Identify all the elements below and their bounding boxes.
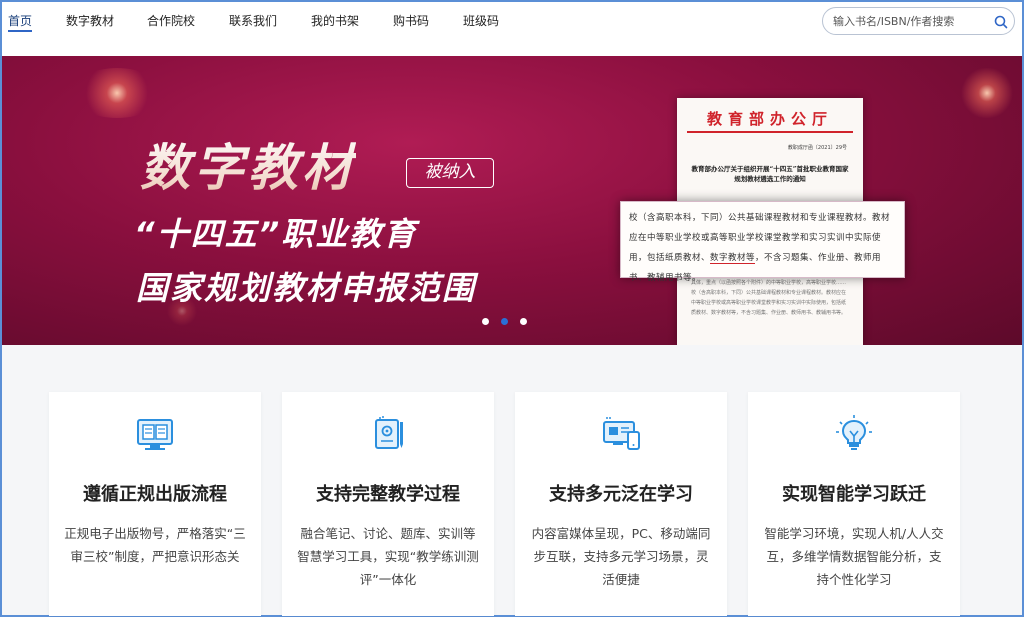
nav-partner-schools[interactable]: 合作院校 bbox=[147, 12, 195, 32]
feature-description: 融合笔记、讨论、题库、实训等智慧学习工具，实现“教学练训测评”一体化 bbox=[297, 526, 479, 587]
feature-title: 支持多元泛在学习 bbox=[549, 484, 693, 505]
banner-subheadline: 国家规划教材申报范围 bbox=[136, 269, 477, 307]
feature-title: 实现智能学习跃迁 bbox=[782, 484, 926, 505]
feature-description: 正规电子出版物号，严格落实“三审三校”制度，严把意识形态关 bbox=[64, 526, 246, 564]
document-number: 教职成厅函〔2021〕29号 bbox=[787, 145, 847, 151]
document-excerpt: 校（含高职本科，下同）公共基础课程教材和专业课程教材。教材应在中等职业学校或高等… bbox=[620, 201, 905, 283]
carousel-dot-active[interactable] bbox=[501, 318, 508, 325]
light-flare bbox=[952, 68, 1022, 118]
feature-description: 智能学习环境，实现人机/人人交互，多维学情数据智能分析，支持个性化学习 bbox=[764, 526, 944, 587]
document-divider bbox=[687, 131, 853, 133]
feature-card: 实现智能学习跃迁 智能学习环境，实现人机/人人交互，多维学情数据智能分析，支持个… bbox=[748, 392, 960, 616]
search-input[interactable] bbox=[833, 12, 983, 30]
nav-class-code[interactable]: 班级码 bbox=[463, 12, 499, 32]
feature-card: 遵循正规出版流程 正规电子出版物号，严格落实“三审三校”制度，严把意识形态关 bbox=[49, 392, 261, 616]
nav-home[interactable]: 首页 bbox=[8, 12, 33, 32]
nav-my-bookshelf[interactable]: 我的书架 bbox=[311, 12, 359, 32]
hero-banner[interactable]: 数字教材 被纳入 “十四五”职业教育 国家规划教材申报范围 教育部办公厅 教职成… bbox=[2, 56, 1022, 345]
multi-device-icon bbox=[603, 417, 640, 450]
carousel-dot[interactable] bbox=[520, 318, 527, 325]
banner-title: 数字教材 bbox=[140, 128, 356, 200]
feature-title: 遵循正规出版流程 bbox=[83, 484, 227, 505]
carousel-dot[interactable] bbox=[482, 318, 489, 325]
search-icon[interactable] bbox=[993, 14, 1009, 30]
feature-description: 内容富媒体呈现，PC、移动端同步互联，支持多元学习场景，灵活便捷 bbox=[531, 526, 711, 587]
book-screen-icon bbox=[137, 419, 173, 450]
nav-book-code[interactable]: 购书码 bbox=[393, 12, 429, 32]
search-box bbox=[822, 7, 1015, 35]
top-nav: 首页 数字教材 合作院校 联系我们 我的书架 购书码 班级码 bbox=[2, 2, 1022, 56]
banner-tag: 被纳入 bbox=[406, 158, 494, 188]
feature-card: 支持完整教学过程 融合笔记、讨论、题库、实训等智慧学习工具，实现“教学练训测评”… bbox=[282, 392, 494, 616]
lightbulb-icon bbox=[836, 415, 872, 450]
excerpt-highlight: 数字教材等 bbox=[710, 253, 756, 264]
document-body: 具体，重点（以函按照各个附件）的中等职业学校，高等职业学校……校（含高职本科，下… bbox=[691, 280, 847, 316]
banner-headline: “十四五”职业教育 bbox=[134, 215, 418, 253]
notebook-pen-icon bbox=[375, 416, 403, 449]
feature-card: 支持多元泛在学习 内容富媒体呈现，PC、移动端同步互联，支持多元学习场景，灵活便… bbox=[515, 392, 727, 616]
document-subject: 教育部办公厅关于组织开展“十四五”首批职业教育国家规划教材遴选工作的通知 bbox=[691, 165, 849, 183]
carousel-indicators bbox=[480, 318, 530, 328]
nav-contact-us[interactable]: 联系我们 bbox=[229, 12, 277, 32]
feature-title: 支持完整教学过程 bbox=[316, 484, 460, 505]
nav-digital-textbooks[interactable]: 数字教材 bbox=[66, 12, 114, 32]
light-flare bbox=[72, 68, 162, 118]
document-heading: 教育部办公厅 bbox=[706, 110, 833, 128]
